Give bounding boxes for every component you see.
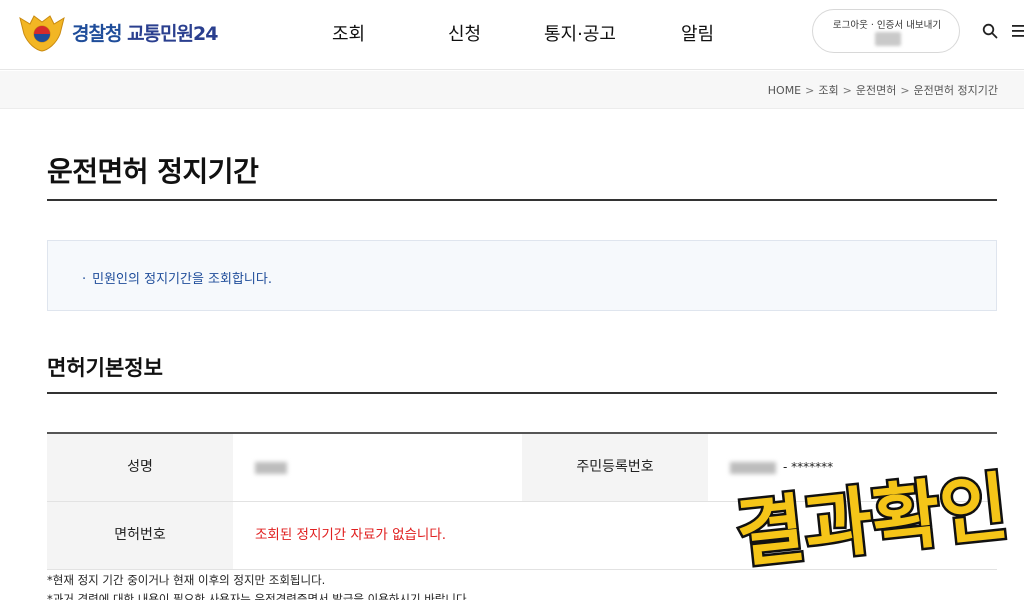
name-header: 성명 <box>47 434 233 501</box>
hamburger-menu-icon[interactable] <box>1012 24 1024 38</box>
logo-sub: 교통민원24 <box>127 22 218 45</box>
info-bullet: · <box>82 272 87 287</box>
nav-item-inquiry[interactable]: 조회 <box>332 20 365 46</box>
breadcrumb-separator: > <box>900 84 910 97</box>
user-name-blurred <box>875 32 901 46</box>
breadcrumb-separator: > <box>805 84 815 97</box>
nav-item-alerts[interactable]: 알림 <box>681 20 714 46</box>
info-text: 민원인의 정지기간을 조회합니다. <box>92 272 272 287</box>
nav-item-apply[interactable]: 신청 <box>448 20 481 46</box>
note-past-history: *과거 경력에 대한 내용이 필요한 사용자는 운전경력증명서 발급을 이용하시… <box>47 592 471 600</box>
police-emblem-icon <box>19 15 65 52</box>
search-icon[interactable] <box>982 23 998 39</box>
breadcrumb-inquiry[interactable]: 조회 <box>818 84 838 97</box>
result-check-text: 결과확인 <box>732 464 1012 578</box>
auth-panel[interactable]: 로그아웃 · 인증서 내보내기 <box>812 9 960 53</box>
title-divider <box>47 199 997 201</box>
breadcrumb-bar: HOME > 조회 > 운전면허 > 운전면허 정지기간 <box>0 71 1024 109</box>
info-message: · 민원인의 정지기간을 조회합니다. <box>82 268 272 287</box>
note-current-period: *현재 정지 기간 중이거나 현재 이후의 정지만 조회됩니다. <box>47 573 326 587</box>
breadcrumb: HOME > 조회 > 운전면허 > 운전면허 정지기간 <box>768 82 998 98</box>
license-number-header: 면허번호 <box>47 502 233 569</box>
auth-links[interactable]: 로그아웃 · 인증서 내보내기 <box>813 17 961 31</box>
logo-main: 경찰청 <box>72 22 122 45</box>
page-title: 운전면허 정지기간 <box>47 155 259 188</box>
result-check-stamp: 결과확인 <box>732 461 1012 578</box>
logo-text: 경찰청 교통민원24 <box>72 19 218 46</box>
site-logo[interactable]: 경찰청 교통민원24 <box>16 12 218 52</box>
section-divider <box>47 392 997 394</box>
license-result-message: 조회된 정지기간 자료가 없습니다. <box>255 527 447 543</box>
breadcrumb-separator: > <box>842 84 852 97</box>
breadcrumb-home[interactable]: HOME <box>768 84 801 97</box>
info-box: · 민원인의 정지기간을 조회합니다. <box>47 240 997 311</box>
rrn-header: 주민등록번호 <box>522 434 708 501</box>
breadcrumb-license[interactable]: 운전면허 <box>856 84 896 97</box>
section-title: 면허기본정보 <box>47 356 163 380</box>
name-value-blurred <box>255 462 287 474</box>
nav-item-notice[interactable]: 통지·공고 <box>544 20 616 46</box>
site-header: 경찰청 교통민원24 조회 신청 통지·공고 알림 로그아웃 · 인증서 내보내… <box>0 0 1024 70</box>
breadcrumb-current: 운전면허 정지기간 <box>913 84 998 97</box>
